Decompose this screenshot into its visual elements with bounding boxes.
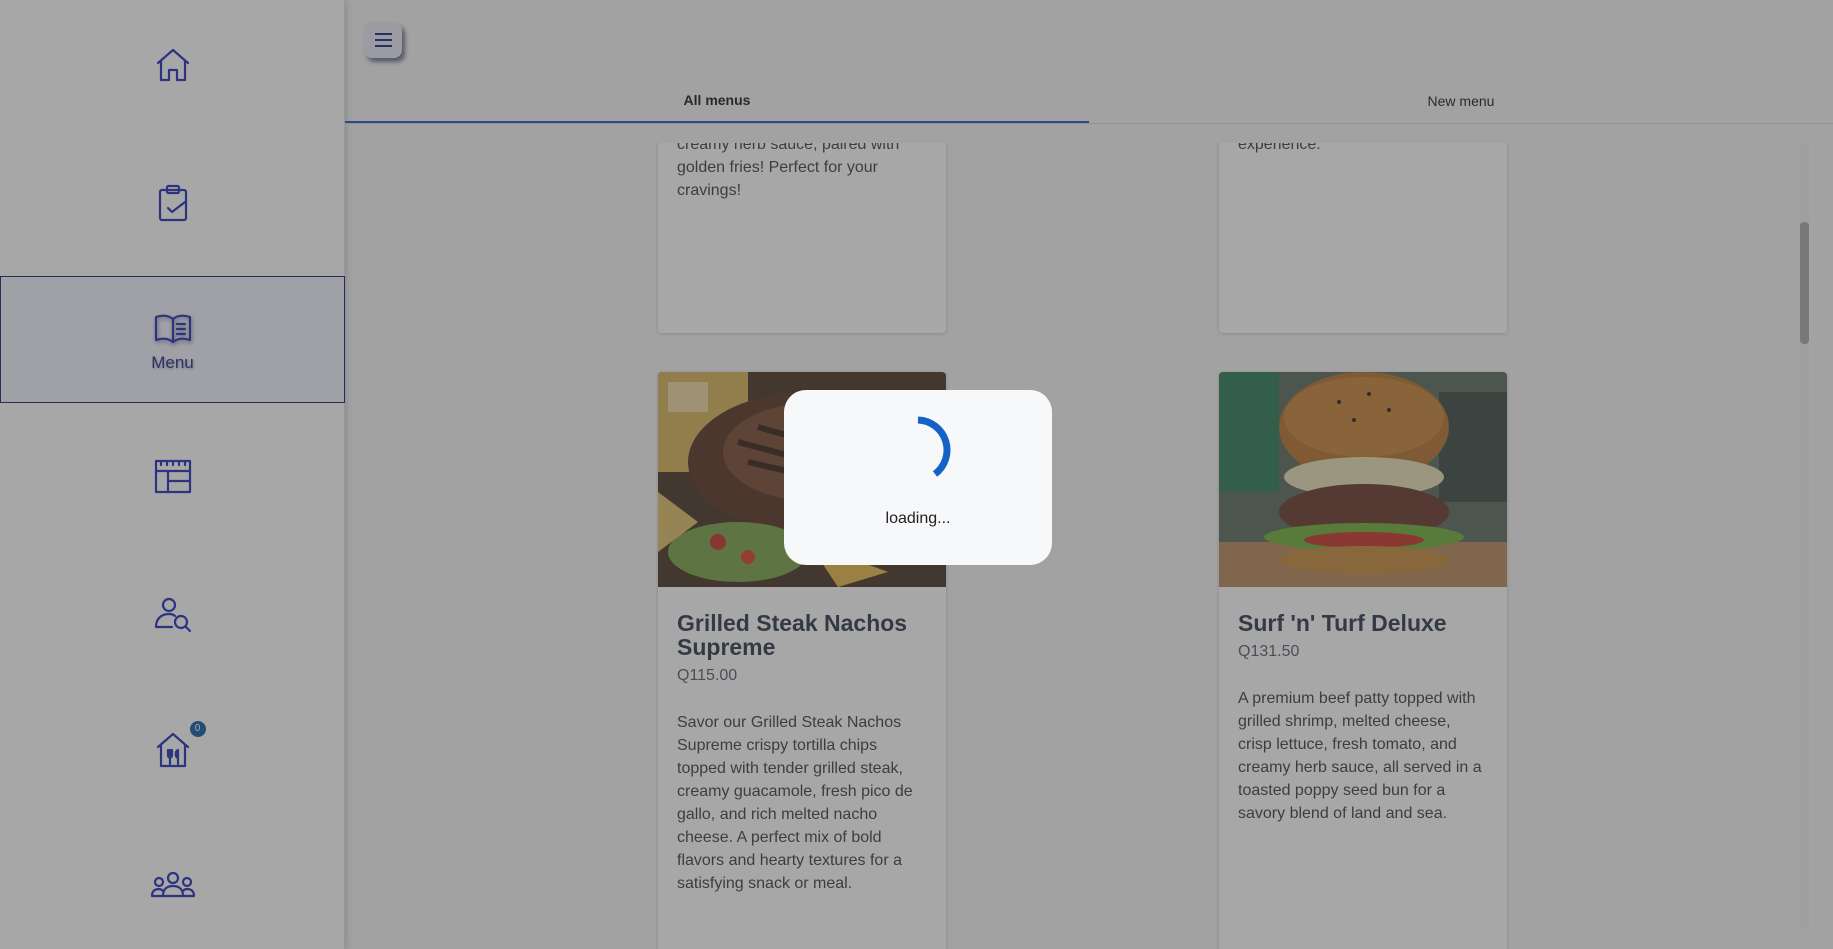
loading-dialog: loading... (784, 390, 1052, 565)
loading-text: loading... (885, 510, 951, 527)
loading-spinner-icon (917, 416, 951, 477)
